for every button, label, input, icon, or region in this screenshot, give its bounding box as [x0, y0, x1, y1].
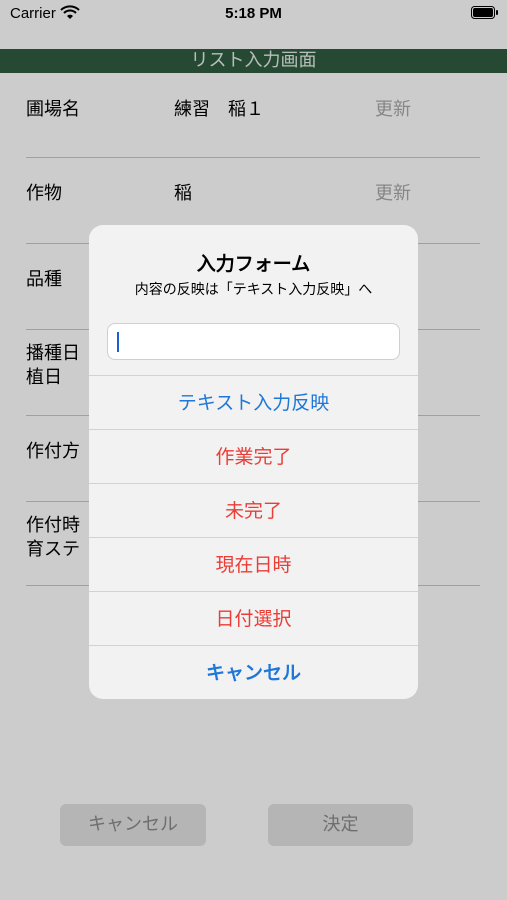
dialog-cancel-button[interactable]: キャンセル [89, 645, 418, 699]
dialog-message: 内容の反映は「テキスト入力反映」へ [134, 282, 373, 298]
text-caret [117, 332, 119, 352]
text-input[interactable] [122, 330, 392, 354]
current-datetime-button[interactable]: 現在日時 [89, 537, 418, 591]
apply-text-button[interactable]: テキスト入力反映 [89, 375, 418, 429]
input-form-dialog: 入力フォーム 内容の反映は「テキスト入力反映」へ テキスト入力反映 作業完了 未… [89, 225, 418, 699]
select-date-button[interactable]: 日付選択 [89, 591, 418, 645]
work-complete-button[interactable]: 作業完了 [89, 429, 418, 483]
dialog-title: 入力フォーム [196, 253, 311, 275]
text-input-field[interactable] [107, 323, 400, 360]
incomplete-button[interactable]: 未完了 [89, 483, 418, 537]
